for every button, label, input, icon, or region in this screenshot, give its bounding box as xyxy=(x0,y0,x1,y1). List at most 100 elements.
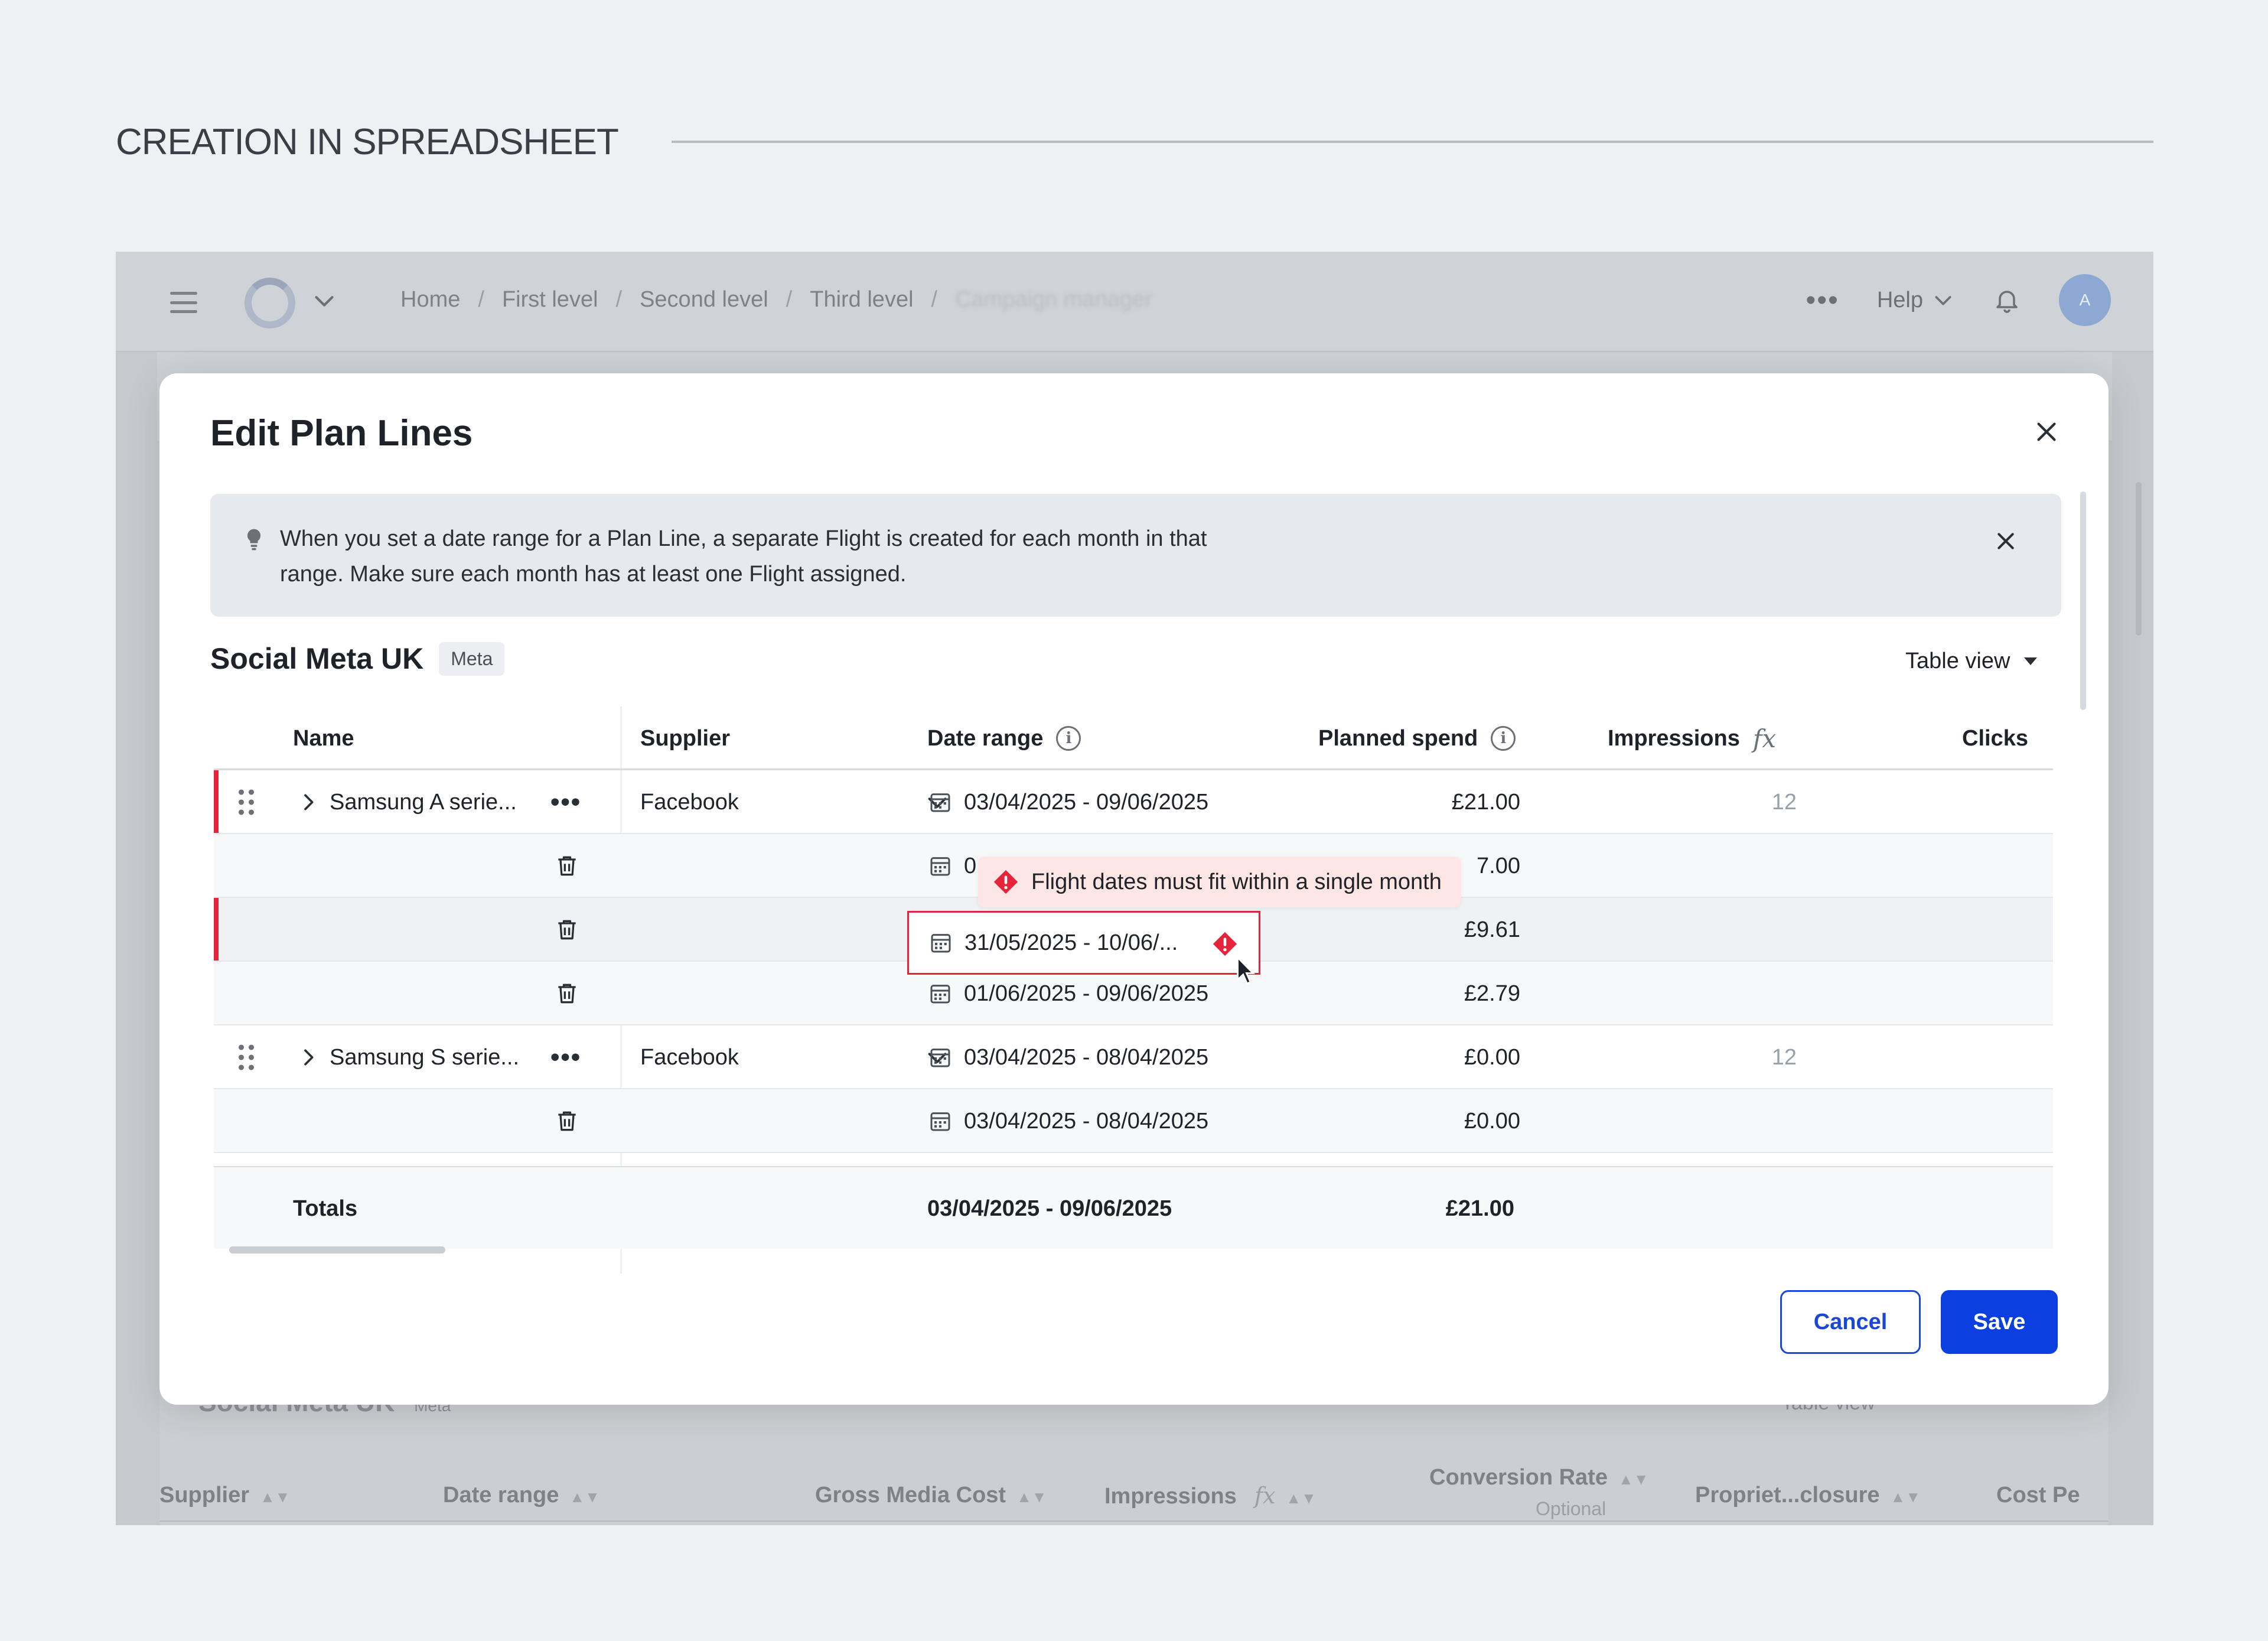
bg-col-proprietary-disclosure[interactable]: Propriet...closure ▲▼ xyxy=(1695,1483,1921,1508)
more-icon[interactable]: ••• xyxy=(550,1025,581,1089)
breadcrumb: Home / First level / Second level / Third l… xyxy=(400,287,1152,312)
impressions-cell[interactable]: 12 xyxy=(1679,1025,1797,1089)
col-planned-spend[interactable]: Planned spend i xyxy=(1318,706,1516,770)
date-range-value: 31/05/2025 - 10/06/... xyxy=(964,930,1178,955)
section-tag: Meta xyxy=(439,642,505,676)
planned-spend-cell[interactable]: £9.61 xyxy=(1218,898,1520,962)
fx-icon[interactable]: fx xyxy=(1753,724,1776,753)
cancel-button[interactable]: Cancel xyxy=(1780,1290,1921,1354)
table-header: Name Supplier Date range i Planned spend… xyxy=(214,706,2053,770)
breadcrumb-home[interactable]: Home xyxy=(400,287,460,312)
chevron-down-icon[interactable] xyxy=(311,287,338,320)
calendar-icon xyxy=(931,934,951,953)
col-supplier[interactable]: Supplier xyxy=(640,706,730,770)
close-icon[interactable] xyxy=(2033,418,2060,445)
cursor-icon xyxy=(1236,955,1257,989)
bg-col-date-range[interactable]: Date range ▲▼ xyxy=(443,1483,600,1508)
totals-spend: £21.00 xyxy=(1445,1196,1514,1221)
table-view-dropdown[interactable]: Table view xyxy=(1905,649,2038,674)
totals-date: 03/04/2025 - 09/06/2025 xyxy=(927,1196,1172,1221)
drag-handle-icon[interactable] xyxy=(236,770,256,834)
help-menu[interactable]: Help xyxy=(1877,288,1955,313)
bg-col-gross-media-cost[interactable]: Gross Media Cost ▲▼ xyxy=(815,1483,1047,1508)
more-icon[interactable]: ••• xyxy=(550,770,581,834)
trash-icon[interactable] xyxy=(554,834,580,898)
table-row: 03/04/2025 - 08/04/2025 £0.00 xyxy=(214,1089,2053,1153)
supplier-select[interactable]: Facebook xyxy=(640,770,739,834)
page-scrollbar[interactable] xyxy=(2136,482,2142,636)
info-banner: When you set a date range for a Plan Lin… xyxy=(210,494,2061,617)
col-date-range[interactable]: Date range i xyxy=(927,706,1081,770)
hamburger-icon[interactable] xyxy=(170,292,197,313)
calendar-icon xyxy=(930,857,950,876)
calendar-icon xyxy=(930,985,950,1004)
planned-spend-cell[interactable]: £21.00 xyxy=(1218,770,1520,834)
app-topbar: Home / First level / Second level / Third l… xyxy=(116,252,2153,352)
date-range-cell[interactable]: 03/04/2025 - 08/04/2025 xyxy=(928,1025,1208,1089)
col-impressions[interactable]: Impressions fx xyxy=(1608,706,1776,770)
save-button[interactable]: Save xyxy=(1941,1290,2058,1354)
banner-text: When you set a date range for a Plan Lin… xyxy=(280,526,1207,587)
horizontal-scrollbar[interactable] xyxy=(229,1246,445,1253)
calendar-icon xyxy=(930,793,950,812)
error-tooltip-text: Flight dates must fit within a single mo… xyxy=(1031,869,1442,894)
chevron-right-icon[interactable] xyxy=(296,770,320,834)
close-icon[interactable] xyxy=(1994,529,2018,553)
chevron-right-icon[interactable] xyxy=(296,1025,320,1089)
row-name[interactable]: Samsung S serie... xyxy=(330,1025,519,1089)
bg-col-supplier[interactable]: Supplier ▲▼ xyxy=(159,1483,291,1508)
error-icon[interactable] xyxy=(1211,930,1239,960)
chevron-down-icon xyxy=(1935,296,1951,305)
info-icon[interactable]: i xyxy=(1491,726,1516,751)
topbar-actions: ••• Help A xyxy=(1806,274,2111,326)
impressions-cell[interactable]: 12 xyxy=(1679,770,1797,834)
trash-icon[interactable] xyxy=(554,1089,580,1153)
row-name[interactable]: Samsung A serie... xyxy=(330,770,517,834)
modal-scrollbar[interactable] xyxy=(2080,491,2086,710)
trash-icon[interactable] xyxy=(554,898,580,962)
info-icon[interactable]: i xyxy=(1056,726,1081,751)
totals-label: Totals xyxy=(293,1196,358,1221)
col-clicks[interactable]: Clicks xyxy=(1962,706,2028,770)
bg-col-optional: Optional xyxy=(1536,1498,1606,1519)
error-tooltip: Flight dates must fit within a single mo… xyxy=(978,857,1461,907)
modal-title: Edit Plan Lines xyxy=(210,413,473,454)
supplier-select[interactable]: Facebook xyxy=(640,1025,739,1089)
trash-icon[interactable] xyxy=(554,962,580,1025)
bg-col-impressions[interactable]: Impressions fx ▲▼ xyxy=(1104,1483,1317,1509)
bell-icon[interactable] xyxy=(1993,286,2021,314)
section-header: Social Meta UK Meta xyxy=(210,642,505,676)
table-row: Samsung A serie... ••• Facebook 03/04/20… xyxy=(214,770,2053,834)
header-divider xyxy=(671,141,2153,143)
caret-down-icon xyxy=(2024,657,2038,665)
col-name[interactable]: Name xyxy=(293,706,354,770)
totals-row: Totals 03/04/2025 - 09/06/2025 £21.00 xyxy=(214,1166,2053,1249)
page-header: CREATION IN SPREADSHEET xyxy=(116,118,2153,165)
date-range-input-error[interactable]: 31/05/2025 - 10/06/... xyxy=(907,911,1260,975)
planned-spend-cell[interactable]: £0.00 xyxy=(1218,1025,1520,1089)
bg-table-header: Supplier ▲▼ Date range ▲▼ Gross Media Cost… xyxy=(159,1457,2109,1522)
table-view-label: Table view xyxy=(1905,649,2010,673)
planned-spend-cell[interactable]: £2.79 xyxy=(1218,962,1520,1025)
logo xyxy=(245,278,295,328)
breadcrumb-second-level[interactable]: Second level xyxy=(640,287,768,312)
breadcrumb-third-level[interactable]: Third level xyxy=(810,287,913,312)
date-range-cell[interactable]: 03/04/2025 - 08/04/2025 xyxy=(928,1089,1208,1153)
plan-lines-table: Name Supplier Date range i Planned spend… xyxy=(214,706,2053,1274)
bg-col-conversion-rate[interactable]: Conversion Rate ▲▼ Optional xyxy=(1429,1465,1648,1519)
avatar[interactable]: A xyxy=(2059,274,2111,326)
more-icon[interactable]: ••• xyxy=(1806,284,1839,317)
calendar-icon xyxy=(930,1112,950,1131)
breadcrumb-first-level[interactable]: First level xyxy=(502,287,598,312)
modal-footer: Cancel Save xyxy=(1780,1290,2058,1354)
lightbulb-icon xyxy=(241,527,267,556)
planned-spend-cell[interactable]: £0.00 xyxy=(1218,1089,1520,1153)
bg-col-cost-per[interactable]: Cost Pe xyxy=(1996,1483,2080,1508)
date-range-cell[interactable]: 0 xyxy=(928,834,976,898)
table-row: Samsung S serie... ••• Facebook 03/04/20… xyxy=(214,1025,2053,1089)
breadcrumb-current[interactable]: Campaign manager xyxy=(955,287,1152,312)
error-icon xyxy=(993,870,1018,894)
page-title: CREATION IN SPREADSHEET xyxy=(116,121,619,162)
date-range-cell[interactable]: 03/04/2025 - 09/06/2025 xyxy=(928,770,1208,834)
drag-handle-icon[interactable] xyxy=(236,1025,256,1089)
